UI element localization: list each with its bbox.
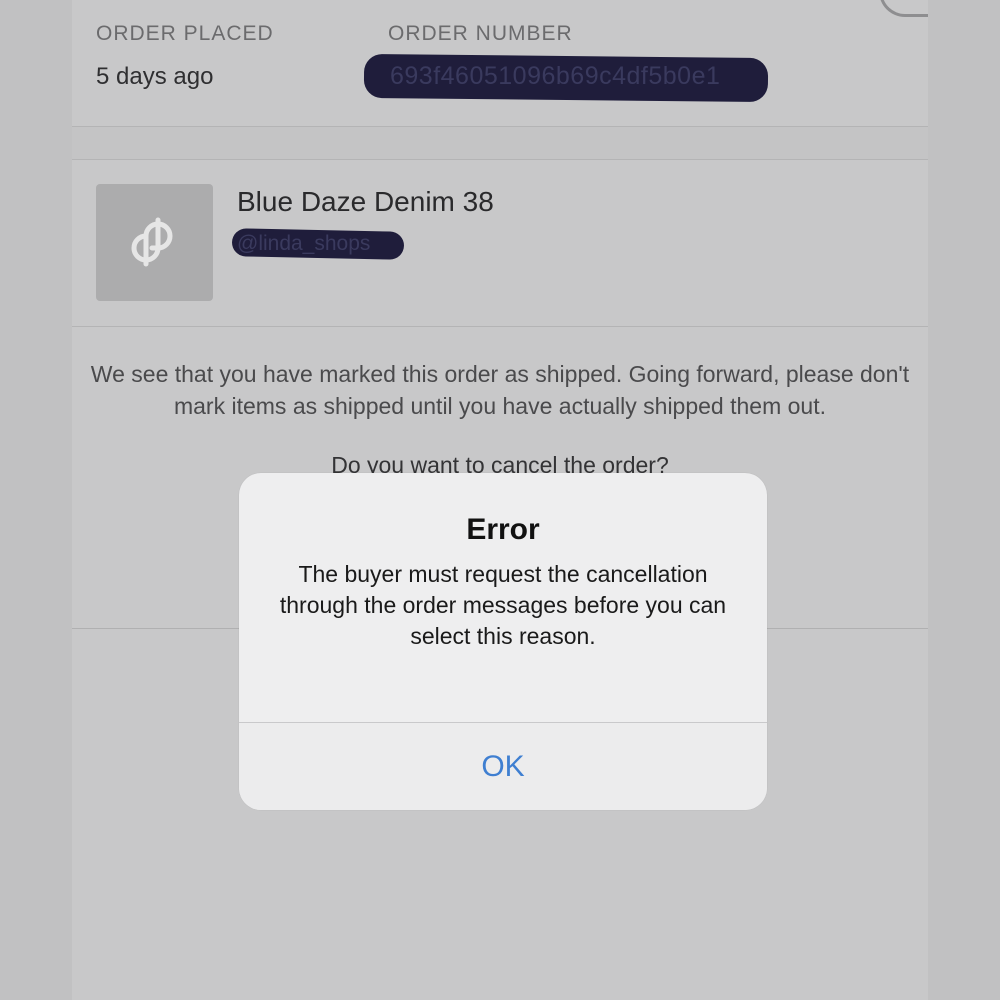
error-alert-dialog: Error The buyer must request the cancell… [239,473,767,810]
shipping-notice: We see that you have marked this order a… [90,361,910,419]
section-gap [72,127,928,160]
alert-title: Error [466,513,540,546]
order-placed-value: 5 days ago [96,63,214,90]
order-item[interactable]: Blue Daze Denim 38 @linda_shops [72,160,928,327]
order-number-label: ORDER NUMBER [388,22,573,45]
left-dimmed-margin [0,0,72,1000]
right-dimmed-margin [928,0,1000,1000]
ok-button[interactable]: OK [239,723,767,810]
order-summary: ORDER PLACED 5 days ago ORDER NUMBER 693… [72,0,928,127]
poshmark-logo-icon [131,217,173,267]
order-placed-label: ORDER PLACED [96,22,274,45]
order-number-value: 693f46051096b69c4df5b0e1 [390,62,721,90]
item-title: Blue Daze Denim 38 [237,186,494,217]
alert-message: The buyer must request the cancellation … [279,561,727,649]
item-thumbnail [96,184,213,301]
seller-username: @linda_shops [237,232,371,255]
